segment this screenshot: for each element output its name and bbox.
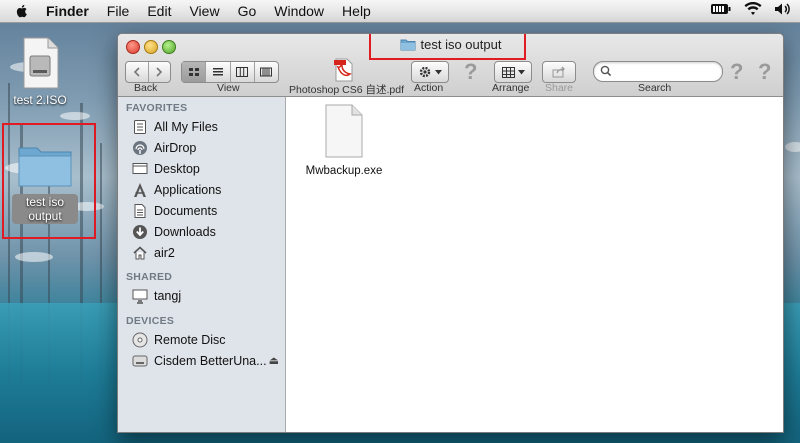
chevron-right-icon [156, 67, 163, 77]
downloads-icon [132, 224, 148, 240]
menu-bar: Finder File Edit View Go Window Help [0, 0, 800, 23]
sidebar-item-label: Downloads [154, 225, 216, 239]
sidebar-item-applications[interactable]: Applications [132, 180, 221, 200]
title-highlight-box [369, 34, 526, 60]
pdf-toolbar-label[interactable]: Photoshop CS6 自述.pdf [289, 82, 404, 97]
file-name: Mwbackup.exe [305, 165, 383, 177]
volume-icon[interactable] [774, 2, 792, 16]
grid-icon [188, 68, 199, 76]
sidebar-item-label: air2 [154, 246, 175, 260]
action-label: Action [414, 82, 444, 94]
help-icon[interactable]: ? [464, 59, 477, 85]
desktop-icon [132, 161, 148, 177]
sidebar-item-desktop[interactable]: Desktop [132, 159, 200, 179]
wifi-icon[interactable] [744, 2, 762, 16]
chevron-left-icon [133, 67, 140, 77]
menu-finder[interactable]: Finder [46, 3, 89, 19]
sidebar-item-label: Remote Disc [154, 333, 226, 347]
gear-icon [419, 66, 431, 78]
menu-file[interactable]: File [107, 3, 130, 19]
sidebar: FAVORITES All My Files AirDrop Desktop A… [118, 97, 286, 432]
sidebar-shared-header: SHARED [126, 271, 173, 283]
apple-icon[interactable] [14, 3, 30, 19]
folder-icon [18, 147, 72, 187]
disk-image-icon [23, 37, 59, 89]
finder-window: test iso output Back View Photoshop CS6 … [117, 33, 784, 433]
sidebar-item-label: tangj [154, 289, 182, 303]
sidebar-item-tangj[interactable]: tangj [132, 286, 181, 306]
share-button[interactable] [542, 61, 576, 83]
sidebar-favorites-header: FAVORITES [126, 102, 188, 114]
view-list-button[interactable] [206, 62, 231, 82]
sidebar-item-cisdem[interactable]: Cisdem BetterUna... [132, 351, 282, 371]
share-icon [552, 66, 565, 78]
computer-icon [132, 288, 148, 304]
share-label: Share [545, 82, 574, 94]
search-field[interactable] [593, 61, 723, 82]
window-toolbar: test iso output Back View Photoshop CS6 … [118, 34, 783, 97]
menu-go[interactable]: Go [238, 3, 257, 19]
columns-icon [236, 67, 249, 77]
back-label: Back [134, 82, 158, 94]
desktop-icon-folder-label-2: output [28, 209, 62, 223]
all-files-icon [132, 119, 148, 135]
sidebar-item-remote-disc[interactable]: Remote Disc [132, 330, 226, 350]
desktop-icon-iso-label: test 2.ISO [13, 93, 67, 107]
sidebar-devices-header: DEVICES [126, 315, 175, 327]
documents-icon [132, 203, 148, 219]
search-input[interactable] [616, 63, 720, 80]
sidebar-item-label: Applications [154, 183, 222, 197]
file-item[interactable]: Mwbackup.exe [304, 103, 384, 177]
action-button[interactable] [411, 61, 449, 83]
arrange-button[interactable] [494, 61, 532, 83]
drive-icon [132, 353, 148, 369]
arrange-label: Arrange [492, 82, 530, 94]
sidebar-item-label: Cisdem BetterUna... [154, 354, 267, 368]
coverflow-icon [260, 67, 273, 77]
back-button[interactable] [126, 62, 149, 82]
view-coverflow-button[interactable] [255, 62, 278, 82]
menu-window[interactable]: Window [274, 3, 324, 19]
chevron-down-icon [435, 69, 442, 74]
search-label: Search [638, 82, 672, 94]
view-columns-button[interactable] [231, 62, 255, 82]
sidebar-item-documents[interactable]: Documents [132, 201, 217, 221]
disc-icon [132, 332, 148, 348]
file-browser-content: Mwbackup.exe [286, 97, 783, 432]
desktop-icon-iso[interactable]: test 2.ISO [12, 36, 68, 107]
list-icon [212, 68, 223, 76]
desktop-icon-folder[interactable]: test iso output [10, 142, 80, 224]
menu-help[interactable]: Help [342, 3, 371, 19]
chevron-down-icon [517, 69, 525, 74]
view-label: View [217, 82, 240, 94]
sidebar-item-all-my-files[interactable]: All My Files [132, 117, 218, 137]
sidebar-item-airdrop[interactable]: AirDrop [132, 138, 196, 158]
battery-icon[interactable] [710, 2, 732, 16]
arrange-grid-icon [501, 66, 515, 78]
sidebar-item-label: Documents [154, 204, 218, 218]
view-control [181, 61, 279, 83]
home-icon [132, 245, 148, 261]
sidebar-item-label: Desktop [154, 162, 200, 176]
menu-edit[interactable]: Edit [147, 3, 171, 19]
search-icon [600, 65, 612, 77]
document-icon [325, 104, 363, 158]
sidebar-item-label: AirDrop [154, 141, 197, 155]
help-icon-3[interactable]: ? [758, 59, 771, 85]
sidebar-item-air2[interactable]: air2 [132, 243, 175, 263]
menu-view[interactable]: View [189, 3, 219, 19]
airdrop-icon [132, 140, 148, 156]
view-icons-button[interactable] [182, 62, 207, 82]
sidebar-item-downloads[interactable]: Downloads [132, 222, 216, 242]
eject-icon[interactable]: ⏏ [269, 354, 279, 367]
sidebar-item-label: All My Files [154, 120, 218, 134]
help-icon-2[interactable]: ? [730, 59, 743, 85]
forward-button[interactable] [149, 62, 171, 82]
applications-icon [132, 182, 148, 198]
desktop-icon-folder-label-1: test iso [25, 195, 64, 209]
pdf-file-icon [334, 58, 353, 82]
back-forward-control [125, 61, 171, 83]
